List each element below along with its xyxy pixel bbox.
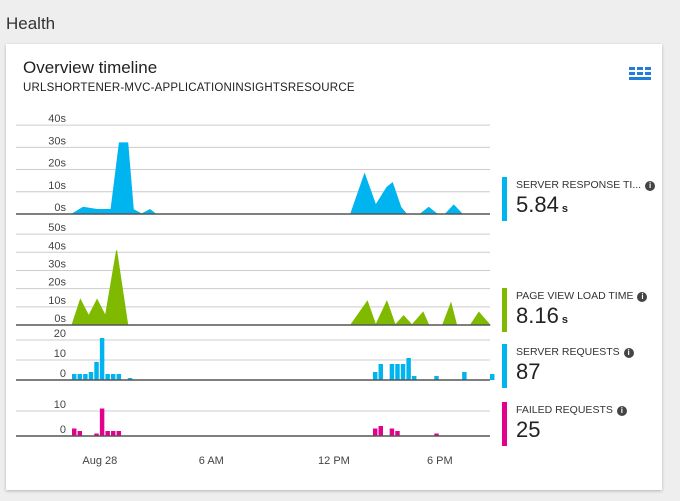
x-tick-label: Aug 28 (82, 455, 117, 467)
series-bar (99, 408, 105, 436)
y-tick-label: 30s (48, 258, 66, 270)
y-tick-label: 0s (54, 313, 66, 325)
series-bar (88, 372, 94, 380)
grid-icon[interactable] (629, 66, 651, 84)
series-bar (116, 374, 122, 380)
y-tick-label: 40s (48, 113, 66, 125)
metric-label: SERVER RESPONSE TI... (516, 179, 642, 191)
series-bar (83, 374, 88, 380)
info-icon[interactable]: i (623, 348, 634, 358)
y-tick-label: 10s (48, 180, 66, 192)
card-subtitle: URLSHORTENER-MVC-APPLICATIONINSIGHTSRESO… (23, 82, 355, 94)
y-tick-label: 30s (48, 135, 66, 147)
series-bar (462, 372, 467, 380)
y-tick-label: 10s (48, 295, 66, 307)
metric-page-view-load-time[interactable]: PAGE VIEW LOAD TIME i 8.16 s (502, 288, 662, 332)
series-bar (105, 374, 110, 380)
metric-server-response-time[interactable]: SERVER RESPONSE TI... i 5.84 s (502, 177, 662, 221)
info-icon[interactable]: i (616, 406, 627, 416)
series-bar (372, 428, 378, 436)
series-bar (99, 338, 105, 380)
y-tick-label: 10 (54, 399, 66, 411)
metric-server-requests[interactable]: SERVER REQUESTS i 87 (502, 344, 662, 388)
series-bar (389, 428, 395, 436)
y-tick-label: 0s (54, 202, 66, 214)
series-bar (72, 374, 77, 380)
series-bar (395, 364, 400, 380)
series-bar (111, 374, 116, 380)
y-tick-label: 50s (48, 222, 66, 234)
series-bar (94, 362, 99, 380)
series-bar (372, 372, 378, 380)
series-bar (400, 364, 406, 380)
y-tick-label: 20s (48, 277, 66, 289)
card-title: Overview timeline (23, 58, 158, 77)
series-area (70, 142, 490, 215)
x-tick-label: 6 AM (199, 455, 224, 467)
y-tick-label: 0 (60, 424, 66, 436)
series-bar (72, 428, 77, 436)
metric-value: 87 (516, 359, 541, 384)
series-bar (389, 364, 395, 380)
y-tick-label: 40s (48, 240, 66, 252)
metric-unit: s (561, 203, 568, 215)
series-area (71, 250, 492, 327)
x-tick-label: 6 PM (427, 455, 453, 467)
info-icon[interactable]: i (637, 292, 648, 302)
info-icon[interactable]: i (645, 181, 656, 191)
metric-failed-requests[interactable]: FAILED REQUESTS i 25 (502, 402, 662, 446)
y-tick-label: 10 (54, 348, 66, 360)
metric-value: 25 (516, 417, 541, 442)
metric-value: 5.84 (516, 192, 559, 217)
series-bar (406, 358, 411, 380)
y-tick-label: 0 (60, 368, 66, 380)
metric-label: SERVER REQUESTS (516, 346, 620, 358)
series-bar (77, 374, 83, 380)
metric-label: FAILED REQUESTS (516, 404, 613, 416)
y-tick-label: 20 (54, 328, 66, 340)
series-bar (490, 374, 495, 380)
metric-color-bar (502, 288, 507, 332)
x-tick-label: 12 PM (318, 455, 350, 467)
y-tick-label: 20s (48, 158, 66, 170)
metric-color-bar (502, 402, 507, 446)
metric-value: 8.16 (516, 303, 559, 328)
series-bar (378, 364, 383, 380)
metric-color-bar (502, 344, 507, 388)
series-bar (378, 426, 383, 436)
metric-unit: s (561, 314, 568, 326)
metric-label: PAGE VIEW LOAD TIME (516, 290, 634, 302)
overview-timeline-card[interactable]: 40s 30s 20s 10s 0s 50s 40s 30s 20s 10s 0s 20 10 0 10 0 A… (6, 44, 662, 490)
metric-color-bar (502, 177, 507, 221)
section-title: Health (6, 14, 56, 33)
